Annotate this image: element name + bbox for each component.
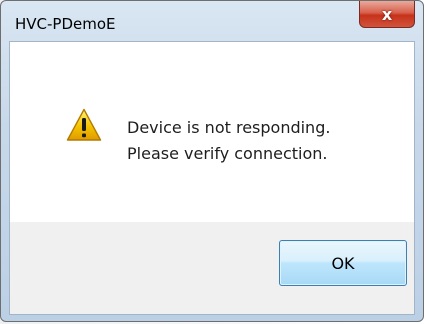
window-title: HVC-PDemoE bbox=[15, 15, 116, 33]
message-dialog: HVC-PDemoE x Device is not responding. P… bbox=[0, 0, 424, 322]
dialog-body: Device is not responding. Please verify … bbox=[9, 41, 415, 315]
close-icon: x bbox=[381, 4, 393, 24]
message-area: Device is not responding. Please verify … bbox=[10, 42, 414, 222]
message-line-1: Device is not responding. bbox=[127, 118, 331, 137]
close-button[interactable]: x bbox=[359, 1, 415, 28]
ok-button[interactable]: OK bbox=[279, 240, 407, 286]
warning-icon bbox=[66, 108, 102, 141]
message-text: Device is not responding. Please verify … bbox=[127, 115, 330, 167]
message-line-2: Please verify connection. bbox=[127, 144, 328, 163]
title-bar[interactable]: HVC-PDemoE x bbox=[1, 1, 423, 41]
